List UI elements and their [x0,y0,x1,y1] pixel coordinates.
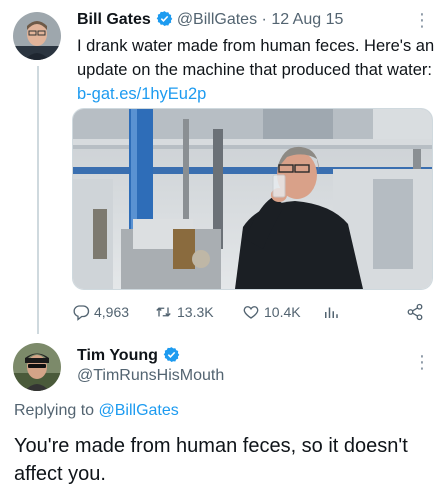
author-handle[interactable]: @TimRunsHisMouth [77,367,224,385]
share-button[interactable] [406,302,424,322]
avatar[interactable] [13,12,61,60]
reply-button[interactable]: 4,963 [72,302,129,322]
retweet-icon [154,303,173,321]
like-button[interactable]: 10.4K [242,302,301,322]
verified-badge-icon [156,10,173,34]
tweet-link[interactable]: b-gat.es/1hyEu2p [77,85,206,103]
tweet-actions-bar: 4,963 13.3K 10.4K [72,302,432,322]
author-name[interactable]: Tim Young [77,347,158,364]
thread-connector-line [37,66,39,334]
tweet-date[interactable]: 12 Aug 15 [271,11,343,28]
replying-prefix: Replying to [14,402,99,419]
reply-count: 4,963 [94,304,130,320]
avatar[interactable] [13,343,61,391]
separator-dot: · [261,11,267,28]
like-count: 10.4K [264,304,301,320]
retweet-count: 13.3K [177,304,214,320]
share-icon [406,303,424,321]
reply-text: You're made from human feces, so it does… [14,435,408,485]
author-name[interactable]: Bill Gates [77,11,151,28]
bar-chart-icon [322,303,340,321]
more-options-icon[interactable]: ⋮ [412,352,432,372]
author-handle[interactable]: @BillGates [177,11,257,28]
replying-to: Replying to @BillGates [14,402,179,420]
replying-to-link[interactable]: @BillGates [99,402,179,419]
more-options-icon[interactable]: ⋮ [412,10,432,30]
views-button[interactable] [322,302,340,322]
heart-icon [242,303,260,321]
tweet-header: Bill Gates @BillGates · 12 Aug 15 [77,9,343,34]
retweet-button[interactable]: 13.3K [154,302,214,322]
reply-icon [72,303,90,321]
tweet-text: I drank water made from human feces. Her… [77,34,437,106]
tweet-body: I drank water made from human feces. Her… [77,37,435,79]
tweet-media-image[interactable] [72,108,433,290]
